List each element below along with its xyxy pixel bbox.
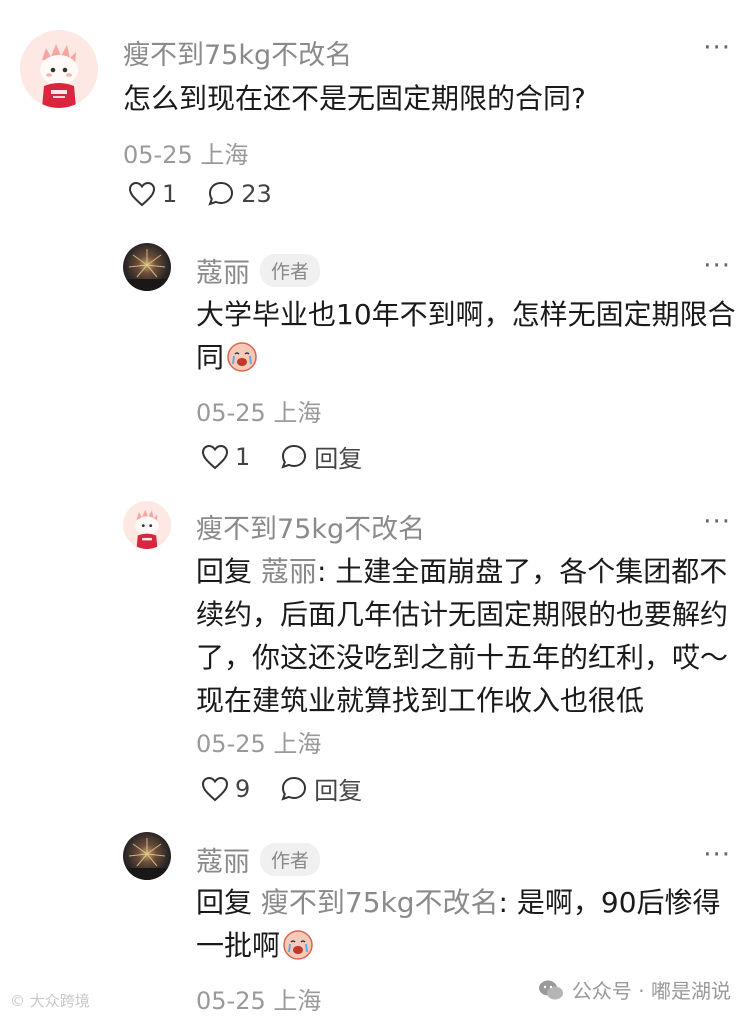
comment-date-location: 05-25 上海: [196, 730, 322, 758]
author-badge: 作者: [260, 843, 321, 876]
comment-username: 蔻丽 作者: [196, 251, 321, 290]
avatar[interactable]: [123, 243, 171, 291]
reply-label: 回复: [314, 777, 363, 805]
like-count: 1: [235, 442, 251, 471]
username-link[interactable]: 蔻丽: [196, 847, 250, 878]
dinosaur-avatar-icon: [20, 30, 98, 108]
like-button[interactable]: 1: [201, 443, 250, 471]
more-options-icon[interactable]: ···: [703, 251, 731, 281]
more-options-icon[interactable]: ···: [703, 33, 731, 63]
comment-actions: 9 回复: [201, 771, 362, 806]
like-count: 1: [162, 180, 178, 208]
heart-icon: [201, 444, 229, 469]
heart-icon: [128, 181, 156, 207]
comment-text: 大学毕业也10年不到啊，怎样无固定期限合 同: [196, 293, 736, 379]
author-badge: 作者: [260, 254, 321, 287]
comment-text-line: 回复 瘦不到75kg不改名: 是啊，90后惨得: [196, 881, 741, 924]
comment-text-line: 回复 蔻丽: 土建全面崩盘了，各个集团都不: [196, 550, 741, 593]
comment-text: 怎么到现在还不是无固定期限的合同?: [123, 82, 586, 115]
reply-prefix: 回复: [196, 886, 253, 919]
username-link[interactable]: 蔻丽: [196, 258, 250, 289]
like-count: 9: [235, 774, 251, 803]
comment-text-line: 一批啊: [196, 924, 741, 967]
more-options-icon[interactable]: ···: [703, 840, 731, 870]
chat-bubble-icon: [208, 181, 234, 206]
comment-text-line: 续约，后面几年估计无固定期限的也要解约: [196, 598, 729, 631]
comment-username: 蔻丽 作者: [196, 840, 321, 879]
comment-text-fragment: : 是啊，90后惨得: [498, 886, 721, 919]
comment-text-fragment: : 土建全面崩盘了，各个集团都不: [316, 555, 728, 588]
reply-button[interactable]: 回复: [280, 439, 362, 474]
comment-text: 回复 蔻丽: 土建全面崩盘了，各个集团都不 续约，后面几年估计无固定期限的也要解…: [196, 550, 741, 722]
comment-text-line: 了，你这还没吃到之前十五年的红利，哎～: [196, 641, 729, 674]
watermark-left: © 大众跨境: [10, 992, 90, 1010]
dinosaur-avatar-icon: [123, 501, 171, 549]
comment-text-fragment: 同: [196, 341, 225, 374]
reply-button[interactable]: 回复: [280, 771, 362, 806]
chat-bubble-icon: [281, 444, 307, 469]
avatar[interactable]: [20, 30, 98, 108]
watermark-right: 公众号 · 嘟是湖说: [538, 975, 731, 1004]
comment-date-location: 05-25 上海: [196, 987, 322, 1015]
reply-prefix: 回复: [196, 555, 253, 588]
comment-date-location: 05-25 上海: [196, 399, 322, 427]
chat-bubble-icon: [281, 776, 307, 801]
crying-emoji-icon: [283, 930, 313, 960]
comment-username[interactable]: 瘦不到75kg不改名: [123, 33, 352, 72]
fireworks-avatar-icon: [123, 838, 171, 880]
avatar[interactable]: [123, 832, 171, 880]
crying-emoji-icon: [227, 342, 257, 372]
more-options-icon[interactable]: ···: [703, 507, 731, 537]
reply-count: 23: [241, 180, 272, 208]
like-button[interactable]: 1: [128, 180, 177, 208]
reply-label: 回复: [314, 445, 363, 473]
comment-actions: 1 回复: [201, 439, 362, 474]
comment-username[interactable]: 瘦不到75kg不改名: [196, 507, 425, 546]
comment-text-line: 现在建筑业就算找到工作收入也很低: [196, 684, 645, 717]
avatar[interactable]: [123, 501, 171, 549]
reply-target-link[interactable]: 瘦不到75kg不改名: [261, 886, 499, 919]
comment-text-line: 大学毕业也10年不到啊，怎样无固定期限合: [196, 298, 736, 331]
reply-count-button[interactable]: 23: [207, 180, 272, 208]
comment-text-fragment: 一批啊: [196, 929, 281, 962]
like-button[interactable]: 9: [201, 775, 250, 803]
comment-text-line: 同: [196, 336, 736, 379]
fireworks-avatar-icon: [123, 249, 171, 291]
comment-date-location: 05-25 上海: [123, 141, 249, 169]
watermark-text: 公众号 · 嘟是湖说: [571, 979, 731, 1003]
comment-text: 回复 瘦不到75kg不改名: 是啊，90后惨得 一批啊: [196, 881, 741, 967]
reply-target-link[interactable]: 蔻丽: [261, 555, 317, 588]
wechat-icon: [538, 980, 563, 999]
comment-actions: 1 23: [128, 180, 272, 208]
heart-icon: [201, 776, 229, 801]
